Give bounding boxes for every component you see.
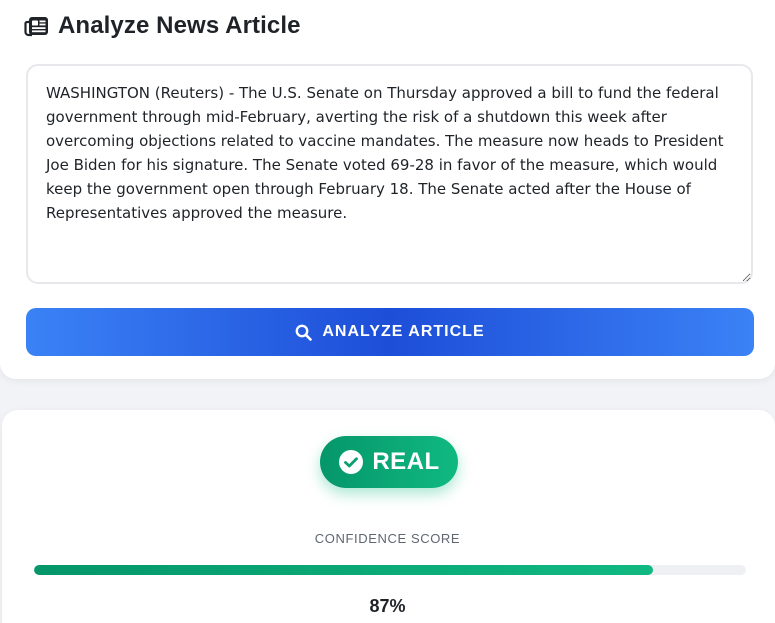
article-text: WASHINGTON (Reuters) - The U.S. Senate o…: [46, 84, 724, 222]
analyze-heading: Analyze News Article: [24, 12, 301, 40]
search-icon: [295, 324, 313, 341]
analyze-button-label: ANALYZE ARTICLE: [322, 323, 485, 340]
newspaper-icon: [24, 14, 50, 38]
verdict-label: REAL: [372, 448, 440, 475]
verdict-badge: REAL: [320, 436, 458, 488]
check-circle-icon: [338, 449, 364, 475]
confidence-score-label: CONFIDENCE SCORE: [314, 531, 461, 546]
confidence-progress-bar: [34, 565, 746, 575]
analyze-article-button[interactable]: ANALYZE ARTICLE: [26, 308, 754, 356]
confidence-score-value: 87%: [369, 596, 406, 616]
page-title: Analyze News Article: [58, 12, 301, 39]
confidence-progress-fill: [34, 565, 654, 575]
article-textarea[interactable]: WASHINGTON (Reuters) - The U.S. Senate o…: [26, 64, 753, 284]
resize-handle-icon[interactable]: [739, 270, 748, 282]
